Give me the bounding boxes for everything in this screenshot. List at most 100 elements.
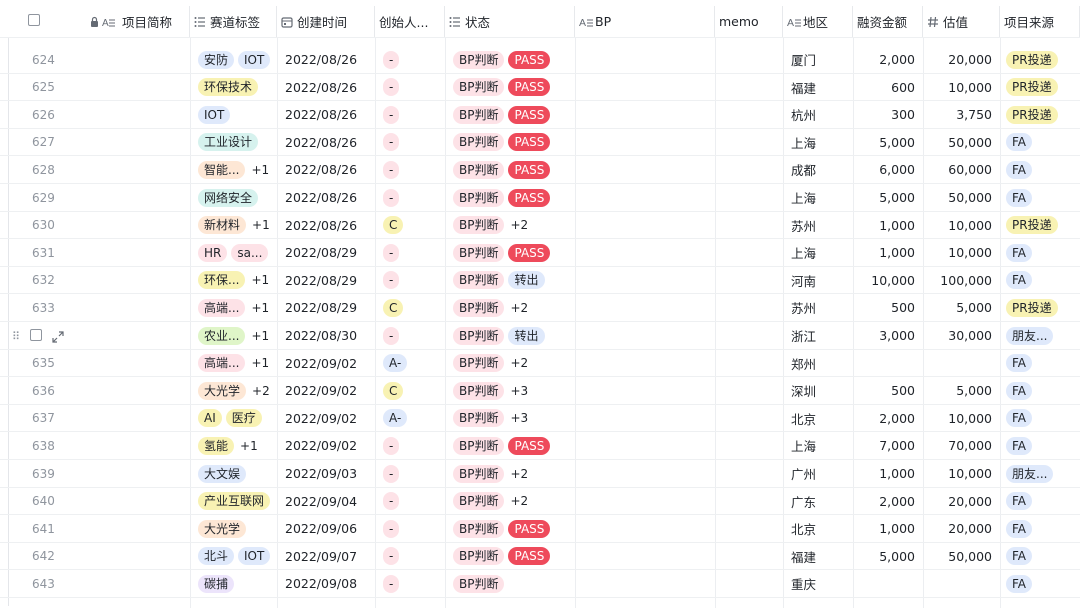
founder-cell[interactable]: - — [375, 267, 445, 294]
track-tags-cell[interactable]: 安防 IOT — [190, 46, 277, 73]
funding-amount-cell[interactable]: 5,000 — [853, 184, 923, 211]
bp-cell[interactable] — [575, 405, 715, 432]
memo-cell[interactable] — [715, 74, 783, 101]
valuation-cell[interactable]: 60,000 — [923, 156, 1000, 183]
project-name-cell[interactable] — [86, 405, 190, 432]
founder-cell[interactable]: C — [375, 212, 445, 239]
memo-cell[interactable] — [715, 129, 783, 156]
founder-cell[interactable]: - — [375, 515, 445, 542]
table-row[interactable]: 637 AI 医疗 2022/09/02 A- BP判断 +3 北京 2,000 10,000 FA — [0, 405, 1080, 433]
table-row[interactable]: 633 高端... +1 2022/08/29 C BP判断 +2 苏州 500 5,000 PR投… — [0, 294, 1080, 322]
status-cell[interactable]: BP判断 PASS — [445, 239, 575, 266]
region-cell[interactable]: 河南 — [783, 267, 853, 294]
funding-amount-cell[interactable]: 1,000 — [853, 460, 923, 487]
created-date-cell[interactable]: 2022/09/02 — [277, 432, 375, 459]
table-row[interactable]: 626 IOT 2022/08/26 - BP判断 PASS 杭州 300 3,750 PR投递 — [0, 101, 1080, 129]
status-cell[interactable]: BP判断 — [445, 570, 575, 597]
track-tags-cell[interactable]: 工业设计 — [190, 129, 277, 156]
project-name-cell[interactable] — [86, 294, 190, 321]
founder-cell[interactable]: - — [375, 570, 445, 597]
status-cell[interactable]: BP判断 +2 — [445, 212, 575, 239]
bp-cell[interactable] — [575, 294, 715, 321]
bp-cell[interactable] — [575, 101, 715, 128]
valuation-cell[interactable]: 50,000 — [923, 184, 1000, 211]
valuation-cell[interactable]: 30,000 — [923, 322, 1000, 349]
project-name-cell[interactable] — [86, 212, 190, 239]
founder-cell[interactable]: - — [375, 156, 445, 183]
track-tags-cell[interactable]: 产业互联网 — [190, 488, 277, 515]
created-date-cell[interactable]: 2022/09/08 — [277, 570, 375, 597]
founder-cell[interactable]: - — [375, 74, 445, 101]
bp-cell[interactable] — [575, 543, 715, 570]
bp-cell[interactable] — [575, 570, 715, 597]
track-tags-cell[interactable]: AI 医疗 — [190, 405, 277, 432]
funding-amount-cell[interactable]: 300 — [853, 101, 923, 128]
project-name-cell[interactable] — [86, 570, 190, 597]
founder-cell[interactable]: - — [375, 432, 445, 459]
region-cell[interactable]: 北京 — [783, 405, 853, 432]
region-cell[interactable]: 成都 — [783, 156, 853, 183]
project-name-cell[interactable] — [86, 267, 190, 294]
project-name-cell[interactable] — [86, 350, 190, 377]
memo-cell[interactable] — [715, 460, 783, 487]
founder-cell[interactable]: - — [375, 543, 445, 570]
project-source-cell[interactable]: FA — [1000, 543, 1080, 570]
region-cell[interactable]: 苏州 — [783, 294, 853, 321]
memo-cell[interactable] — [715, 488, 783, 515]
bp-cell[interactable] — [575, 239, 715, 266]
memo-cell[interactable] — [715, 212, 783, 239]
project-name-cell[interactable] — [86, 432, 190, 459]
funding-amount-cell[interactable] — [853, 350, 923, 377]
status-cell[interactable]: BP判断 PASS — [445, 46, 575, 73]
status-cell[interactable]: BP判断 +3 — [445, 405, 575, 432]
track-tags-cell[interactable]: 氢能 +1 — [190, 432, 277, 459]
track-tags-cell[interactable]: 高端... +1 — [190, 294, 277, 321]
bp-cell[interactable] — [575, 74, 715, 101]
created-date-cell[interactable]: 2022/09/07 — [277, 543, 375, 570]
memo-cell[interactable] — [715, 184, 783, 211]
funding-amount-cell[interactable]: 3,000 — [853, 322, 923, 349]
region-cell[interactable]: 厦门 — [783, 46, 853, 73]
valuation-cell[interactable]: 100,000 — [923, 267, 1000, 294]
project-source-cell[interactable]: FA — [1000, 488, 1080, 515]
status-cell[interactable]: BP判断 PASS — [445, 129, 575, 156]
status-cell[interactable]: BP判断 转出 — [445, 267, 575, 294]
bp-cell[interactable] — [575, 322, 715, 349]
bp-cell[interactable] — [575, 460, 715, 487]
valuation-cell[interactable]: 10,000 — [923, 405, 1000, 432]
table-row[interactable]: 628 智能... +1 2022/08/26 - BP判断 PASS 成都 6,000 60,0… — [0, 156, 1080, 184]
valuation-cell[interactable]: 5,000 — [923, 377, 1000, 404]
created-date-cell[interactable]: 2022/08/26 — [277, 212, 375, 239]
founder-cell[interactable]: - — [375, 101, 445, 128]
region-cell[interactable]: 杭州 — [783, 101, 853, 128]
table-row[interactable]: 629 网络安全 2022/08/26 - BP判断 PASS 上海 5,000 50,000 F… — [0, 184, 1080, 212]
memo-cell[interactable] — [715, 543, 783, 570]
memo-cell[interactable] — [715, 377, 783, 404]
valuation-cell[interactable]: 10,000 — [923, 460, 1000, 487]
project-source-cell[interactable]: FA — [1000, 515, 1080, 542]
table-row[interactable]: 627 工业设计 2022/08/26 - BP判断 PASS 上海 5,000 50,000 F… — [0, 129, 1080, 157]
table-row[interactable]: ⠿ 农业... +1 2022/08/30 - BP判断 转出 浙江 3,000 30,000 朋友… — [0, 322, 1080, 350]
project-name-cell[interactable] — [86, 239, 190, 266]
project-source-cell[interactable]: FA — [1000, 570, 1080, 597]
project-source-cell[interactable]: FA — [1000, 129, 1080, 156]
funding-amount-cell[interactable]: 500 — [853, 377, 923, 404]
project-source-cell[interactable]: FA — [1000, 432, 1080, 459]
created-date-cell[interactable]: 2022/09/02 — [277, 377, 375, 404]
table-row[interactable]: 641 大光学 2022/09/06 - BP判断 PASS 北京 1,000 20,000 FA — [0, 515, 1080, 543]
valuation-cell[interactable]: 20,000 — [923, 488, 1000, 515]
region-cell[interactable]: 苏州 — [783, 212, 853, 239]
valuation-cell[interactable]: 10,000 — [923, 74, 1000, 101]
created-date-cell[interactable]: 2022/08/26 — [277, 74, 375, 101]
status-cell[interactable]: BP判断 PASS — [445, 101, 575, 128]
status-cell[interactable]: BP判断 +2 — [445, 488, 575, 515]
created-date-cell[interactable]: 2022/08/29 — [277, 239, 375, 266]
founder-cell[interactable]: - — [375, 322, 445, 349]
created-date-cell[interactable]: 2022/08/30 — [277, 322, 375, 349]
valuation-cell[interactable]: 5,000 — [923, 294, 1000, 321]
region-cell[interactable]: 重庆 — [783, 570, 853, 597]
funding-amount-cell[interactable]: 7,000 — [853, 432, 923, 459]
region-cell[interactable]: 福建 — [783, 543, 853, 570]
region-cell[interactable]: 北京 — [783, 515, 853, 542]
funding-amount-cell[interactable]: 6,000 — [853, 156, 923, 183]
